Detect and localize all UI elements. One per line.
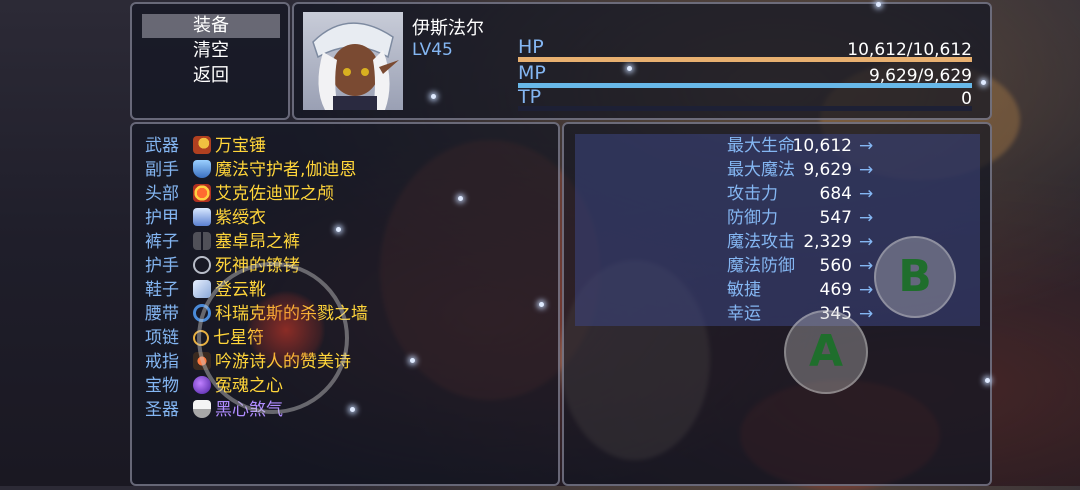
equip-slot-pants[interactable]: 裤子 塞卓昂之裤	[145, 230, 300, 254]
stat-name: 魔法攻击	[727, 232, 795, 252]
sparkle-particle	[431, 94, 436, 99]
tp-label: TP	[518, 86, 542, 108]
right-arrow-icon: →	[859, 256, 874, 276]
slot-label: 圣器	[145, 400, 179, 420]
slot-label: 戒指	[145, 352, 179, 372]
sparkle-particle	[458, 196, 463, 201]
stat-row-attack: 攻击力 684 →	[575, 182, 980, 206]
bowl-icon	[193, 400, 211, 418]
stat-name: 幸运	[727, 304, 761, 324]
hp-gauge	[518, 57, 972, 62]
stat-name: 魔法防御	[727, 256, 795, 276]
sparkle-particle	[350, 407, 355, 412]
robe-icon	[193, 208, 211, 226]
stat-name: 防御力	[727, 208, 778, 228]
command-clear[interactable]: 清空	[142, 39, 280, 63]
equip-slot-head[interactable]: 头部 艾克佐迪亚之颅	[145, 182, 334, 206]
stat-value: 2,329	[803, 232, 852, 252]
pants-icon	[193, 232, 211, 250]
virtual-joystick[interactable]	[197, 262, 349, 414]
item-name: 魔法守护者,伽迪恩	[215, 160, 357, 180]
right-arrow-icon: →	[859, 208, 874, 228]
equip-slot-armor[interactable]: 护甲 紫绶衣	[145, 206, 266, 230]
slot-label: 武器	[145, 136, 179, 156]
sparkle-particle	[876, 2, 881, 7]
command-back[interactable]: 返回	[142, 64, 280, 88]
right-arrow-icon: →	[859, 160, 874, 180]
shackle-icon	[193, 256, 211, 274]
equip-slot-weapon[interactable]: 武器 万宝锤	[145, 134, 266, 158]
slot-label: 裤子	[145, 232, 179, 252]
crown-icon	[193, 184, 211, 202]
shield-icon	[193, 160, 211, 178]
slot-label: 护甲	[145, 208, 179, 228]
stat-name: 最大魔法	[727, 160, 795, 180]
sparkle-particle	[627, 66, 632, 71]
command-window: 装备 清空 返回	[130, 2, 290, 120]
boot-icon	[193, 280, 211, 298]
item-name: 艾克佐迪亚之颅	[215, 184, 334, 204]
sparkle-particle	[985, 378, 990, 383]
right-arrow-icon: →	[859, 136, 874, 156]
slot-label: 项链	[145, 328, 179, 348]
sparkle-particle	[981, 80, 986, 85]
stat-value: 547	[819, 208, 852, 228]
sparkle-particle	[336, 227, 341, 232]
item-name: 塞卓昂之裤	[215, 232, 300, 252]
actor-level: LV45	[412, 40, 453, 60]
mp-gauge-fill	[518, 83, 972, 88]
stat-row-defense: 防御力 547 →	[575, 206, 980, 230]
slot-label: 副手	[145, 160, 179, 180]
mp-label: MP	[518, 62, 546, 84]
stat-name: 攻击力	[727, 184, 778, 204]
virtual-button-b[interactable]: B	[874, 236, 956, 318]
command-equip[interactable]: 装备	[142, 14, 280, 38]
sparkle-particle	[410, 358, 415, 363]
sparkle-particle	[539, 302, 544, 307]
stat-value: 684	[819, 184, 852, 204]
actor-name: 伊斯法尔	[412, 18, 484, 39]
equip-slot-offhand[interactable]: 副手 魔法守护者,伽迪恩	[145, 158, 356, 182]
actor-portrait	[303, 12, 403, 110]
stat-value: 9,629	[803, 160, 852, 180]
stat-name: 最大生命	[727, 136, 795, 156]
stat-value: 560	[819, 256, 852, 276]
hammer-icon	[193, 136, 211, 154]
stat-value: 10,612	[792, 136, 852, 156]
slot-label: 腰带	[145, 304, 179, 324]
right-arrow-icon: →	[859, 232, 874, 252]
slot-label: 宝物	[145, 376, 179, 396]
virtual-button-a[interactable]: A	[784, 310, 868, 394]
right-arrow-icon: →	[859, 304, 874, 324]
right-arrow-icon: →	[859, 280, 874, 300]
right-arrow-icon: →	[859, 184, 874, 204]
hp-gauge-fill	[518, 57, 972, 62]
mp-gauge	[518, 83, 972, 88]
stat-value: 469	[819, 280, 852, 300]
slot-label: 头部	[145, 184, 179, 204]
slot-label: 护手	[145, 256, 179, 276]
slot-label: 鞋子	[145, 280, 179, 300]
stat-name: 敏捷	[727, 280, 761, 300]
item-name: 紫绶衣	[215, 208, 266, 228]
tp-gauge	[518, 106, 972, 111]
stat-row-max-hp: 最大生命 10,612 →	[575, 134, 980, 158]
stat-row-max-mp: 最大魔法 9,629 →	[575, 158, 980, 182]
item-name: 万宝锤	[215, 136, 266, 156]
hp-label: HP	[518, 36, 544, 58]
